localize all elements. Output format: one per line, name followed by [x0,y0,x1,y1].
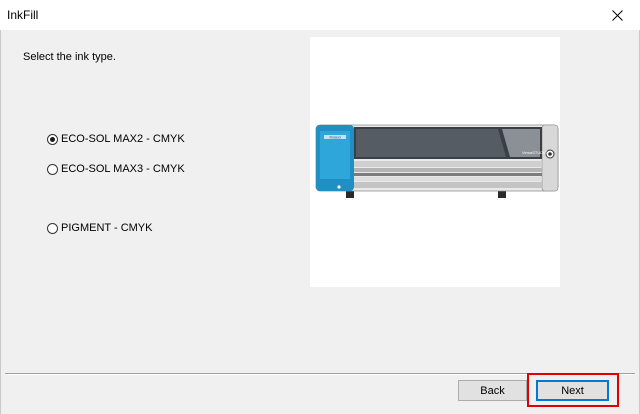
close-button[interactable] [594,0,640,30]
window-title: InkFill [7,8,39,22]
radio-label: PIGMENT - CMYK [61,222,153,234]
title-bar: InkFill [0,0,640,30]
radio-button[interactable] [47,222,58,234]
printer-illustration: Roland VersaSTUDIO [315,124,559,198]
printer-model-text: VersaSTUDIO [522,150,547,155]
printer-illustration-panel: Roland VersaSTUDIO [310,37,560,287]
printer-brand-text: Roland [329,136,340,140]
radio-button-checked[interactable] [47,133,58,145]
radio-label: ECO-SOL MAX3 - CMYK [61,163,185,175]
ink-type-prompt: Select the ink type. [23,51,116,63]
close-icon [611,9,623,21]
window-border-left [0,30,1,414]
back-button[interactable]: Back [458,380,527,401]
radio-button[interactable] [47,163,58,175]
radio-label: ECO-SOL MAX2 - CMYK [61,133,185,145]
radio-option-eco-sol-max2[interactable]: ECO-SOL MAX2 - CMYK [47,133,185,145]
next-button-highlight [527,373,619,407]
radio-option-eco-sol-max3[interactable]: ECO-SOL MAX3 - CMYK [47,163,185,175]
radio-option-pigment[interactable]: PIGMENT - CMYK [47,222,152,234]
